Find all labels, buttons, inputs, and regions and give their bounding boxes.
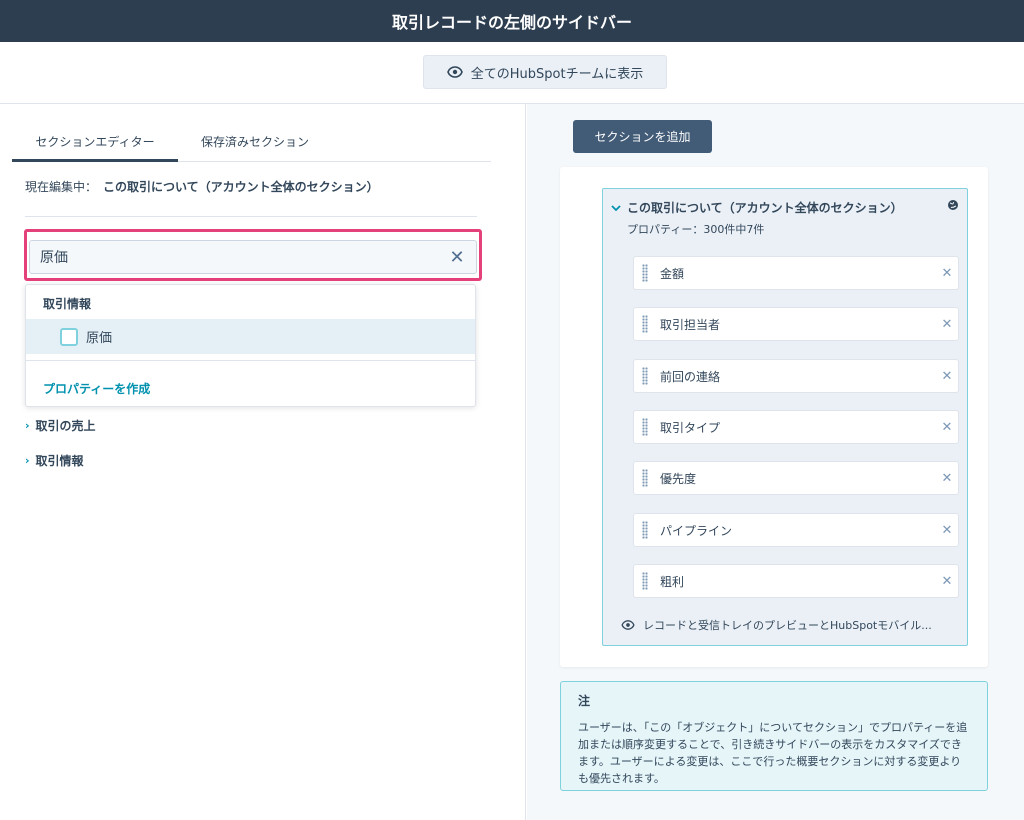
page-title: 取引レコードの左側のサイドバー: [391, 13, 632, 32]
chevron-right-icon: ›: [25, 419, 30, 432]
drag-handle-icon[interactable]: [642, 418, 648, 436]
result-option[interactable]: 原価: [26, 319, 475, 354]
visibility-bar: 全てのHubSpotチームに表示: [0, 42, 1024, 104]
preview-card: この取引について（アカウント全体のセクション） プロパティー：300件中7件 金…: [560, 167, 988, 667]
right-panel: セクションを追加 この取引について（アカウント全体のセクション） プロパティー：…: [527, 104, 1024, 820]
section-title: この取引について（アカウント全体のセクション）: [627, 201, 903, 215]
show-all-teams-label: 全てのHubSpotチームに表示: [470, 66, 644, 82]
drag-handle-icon[interactable]: [642, 315, 648, 333]
section-panel: この取引について（アカウント全体のセクション） プロパティー：300件中7件 金…: [602, 188, 968, 646]
close-icon[interactable]: ✕: [936, 574, 958, 589]
currently-editing: 現在編集中： この取引について（アカウント全体のセクション）: [25, 178, 379, 195]
dropdown-divider: [26, 360, 475, 361]
property-row-priority[interactable]: 優先度 ✕: [633, 461, 959, 495]
drag-handle-icon[interactable]: [642, 367, 648, 385]
close-icon[interactable]: ✕: [936, 420, 958, 435]
eye-icon: [621, 620, 635, 630]
note-body: ユーザーは、「この「オブジェクト」についてセクション」でプロパティーを追加または…: [578, 721, 968, 785]
section-header[interactable]: この取引について（アカウント全体のセクション）: [611, 199, 903, 216]
left-panel: セクションエディター 保存済みセクション 現在編集中： この取引について（アカウン…: [0, 104, 526, 820]
tab-section-editor[interactable]: セクションエディター: [12, 130, 178, 162]
create-property-link[interactable]: プロパティーを作成: [43, 380, 150, 397]
search-highlight-frame: ✕: [24, 229, 482, 281]
search-results-dropdown: 取引情報 原価 プロパティーを作成: [25, 284, 476, 407]
eye-icon: [446, 66, 463, 78]
collapsed-section-deal-info[interactable]: › 取引情報: [25, 452, 84, 469]
preview-visibility-label: レコードと受信トレイのプレビューとHubSpotモバイル...: [643, 619, 932, 632]
close-icon[interactable]: ✕: [936, 369, 958, 384]
close-icon[interactable]: ✕: [936, 523, 958, 538]
close-icon[interactable]: ✕: [448, 247, 466, 268]
divider: [25, 216, 477, 217]
chevron-right-icon: ›: [25, 454, 30, 467]
property-row-last-contacted[interactable]: 前回の連絡 ✕: [633, 359, 959, 393]
property-row-pipeline[interactable]: パイプライン ✕: [633, 513, 959, 547]
globe-icon: [948, 200, 958, 210]
close-icon[interactable]: ✕: [936, 266, 958, 281]
add-section-button[interactable]: セクションを追加: [573, 120, 712, 153]
collapsed-section-deal-revenue[interactable]: › 取引の売上: [25, 417, 96, 434]
property-row-deal-type[interactable]: 取引タイプ ✕: [633, 410, 959, 444]
drag-handle-icon[interactable]: [642, 469, 648, 487]
show-all-teams-button[interactable]: 全てのHubSpotチームに表示: [423, 55, 667, 89]
preview-visibility-link[interactable]: レコードと受信トレイのプレビューとHubSpotモバイル...: [621, 617, 932, 633]
property-row-amount[interactable]: 金額 ✕: [633, 256, 959, 290]
chevron-down-icon: [611, 204, 621, 211]
result-checkbox[interactable]: [60, 327, 78, 346]
section-property-count: プロパティー：300件中7件: [627, 223, 765, 236]
result-option-label: 原価: [86, 331, 113, 346]
currently-editing-value: この取引について（アカウント全体のセクション）: [103, 180, 379, 194]
result-group-label: 取引情報: [43, 297, 92, 311]
property-search-input[interactable]: [40, 249, 448, 265]
property-search-box: ✕: [29, 240, 477, 274]
property-row-gross-margin[interactable]: 粗利 ✕: [633, 564, 959, 598]
top-bar: 取引レコードの左側のサイドバー: [0, 0, 1024, 42]
close-icon[interactable]: ✕: [936, 317, 958, 332]
drag-handle-icon[interactable]: [642, 264, 648, 282]
tab-saved-sections[interactable]: 保存済みセクション: [190, 130, 320, 162]
editor-tabs: セクションエディター 保存済みセクション: [12, 130, 491, 162]
property-row-deal-owner[interactable]: 取引担当者 ✕: [633, 307, 959, 341]
note-title: 注: [578, 694, 591, 708]
note-box: 注 ユーザーは、「この「オブジェクト」についてセクション」でプロパティーを追加ま…: [560, 681, 988, 791]
drag-handle-icon[interactable]: [642, 572, 648, 590]
currently-editing-label: 現在編集中：: [25, 180, 98, 194]
drag-handle-icon[interactable]: [642, 521, 648, 539]
close-icon[interactable]: ✕: [936, 471, 958, 486]
